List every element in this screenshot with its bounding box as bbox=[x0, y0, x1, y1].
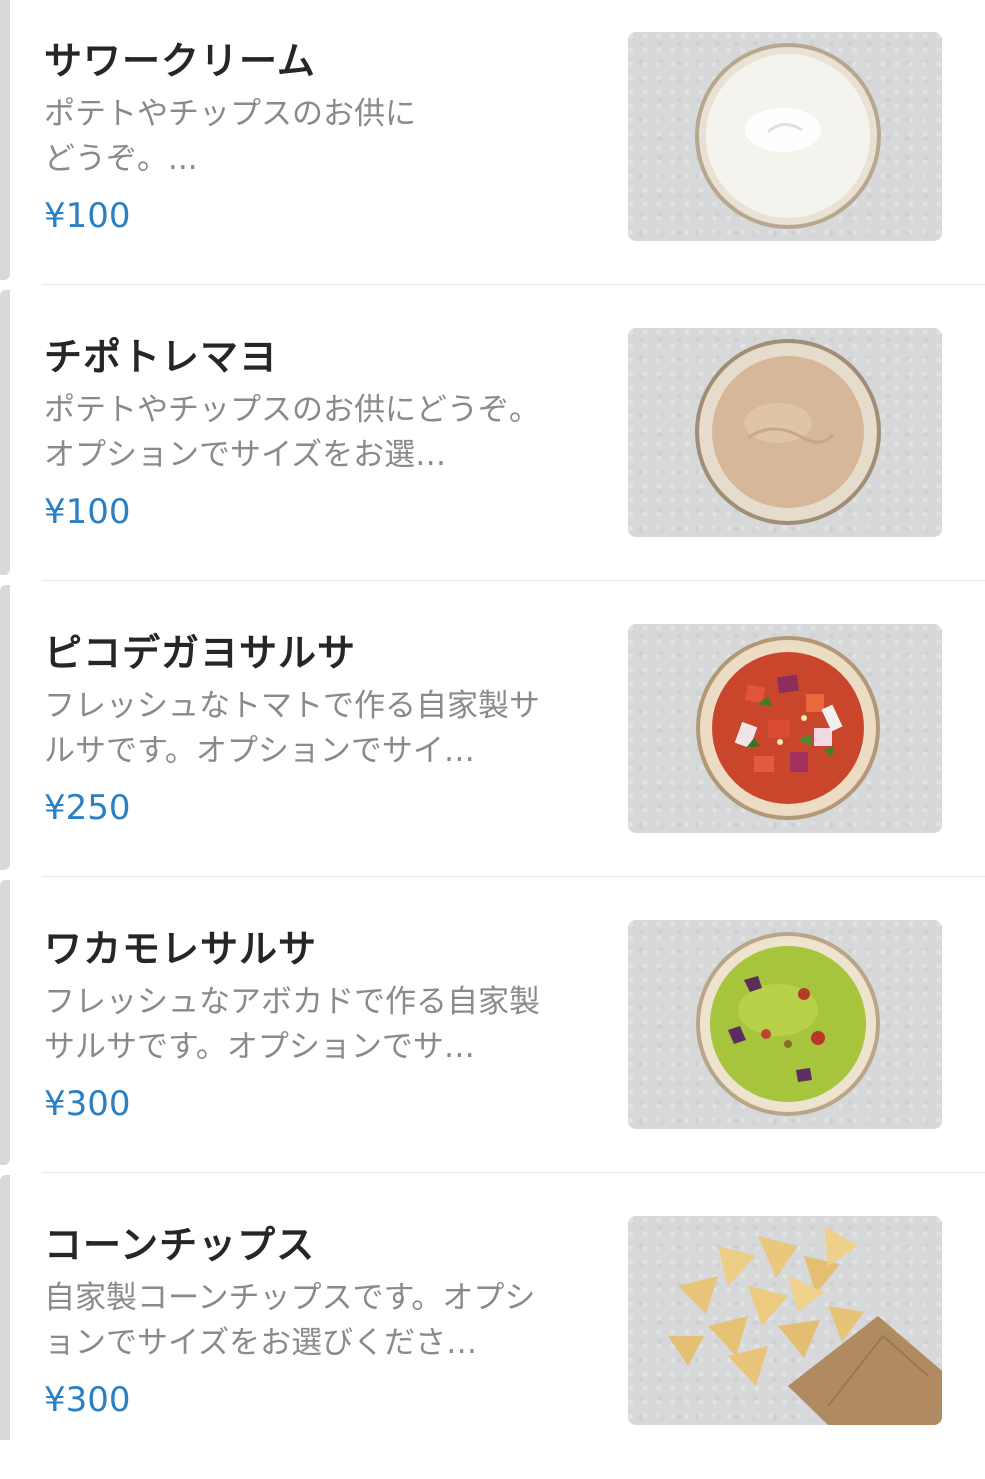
menu-item-corn-chips[interactable]: コーンチップス 自家製コーンチップスです。オプションでサイズをお選びくださ… ¥… bbox=[0, 1184, 985, 1479]
menu-item-guacamole[interactable]: ワカモレサルサ フレッシュなアボカドで作る自家製サルサです。オプションでサ… ¥… bbox=[0, 888, 985, 1183]
item-divider bbox=[42, 876, 985, 877]
item-name: サワークリーム bbox=[44, 39, 316, 83]
menu-item-sour-cream[interactable]: サワークリーム ポテトやチップスのお供に どうぞ。... ¥100 bbox=[0, 0, 985, 295]
item-name: チポトレマヨ bbox=[44, 335, 279, 379]
menu-item-pico-de-gallo[interactable]: ピコデガヨサルサ フレッシュなトマトで作る自家製サルサです。オプションでサイ… … bbox=[0, 592, 985, 887]
item-name: ピコデガヨサルサ bbox=[44, 631, 357, 675]
sour-cream-bowl-icon bbox=[628, 32, 942, 241]
item-price: ¥100 bbox=[44, 196, 131, 236]
item-price: ¥250 bbox=[44, 788, 131, 828]
item-name: ワカモレサルサ bbox=[44, 927, 318, 971]
item-price: ¥300 bbox=[44, 1084, 131, 1124]
item-name: コーンチップス bbox=[44, 1223, 316, 1267]
item-divider bbox=[42, 580, 985, 581]
item-price: ¥100 bbox=[44, 492, 131, 532]
item-description: ポテトやチップスのお供にどうぞ。オプションでサイズをお選… bbox=[44, 392, 540, 473]
guacamole-bowl-icon bbox=[628, 920, 942, 1129]
item-description: フレッシュなアボカドで作る自家製サルサです。オプションでサ… bbox=[44, 984, 540, 1065]
menu-item-chipotle-mayo[interactable]: チポトレマヨ ポテトやチップスのお供にどうぞ。オプションでサイズをお選… ¥10… bbox=[0, 296, 985, 591]
item-price: ¥300 bbox=[44, 1380, 131, 1420]
corn-chips-bag-icon bbox=[628, 1216, 942, 1425]
item-description: フレッシュなトマトで作る自家製サルサです。オプションでサイ… bbox=[44, 688, 540, 769]
chipotle-mayo-bowl-icon bbox=[628, 328, 942, 537]
item-description: 自家製コーンチップスです。オプションでサイズをお選びくださ… bbox=[44, 1280, 536, 1361]
pico-de-gallo-bowl-icon bbox=[628, 624, 942, 833]
item-divider bbox=[42, 1172, 985, 1173]
item-description: ポテトやチップスのお供に どうぞ。... bbox=[44, 96, 416, 177]
item-divider bbox=[42, 284, 985, 285]
